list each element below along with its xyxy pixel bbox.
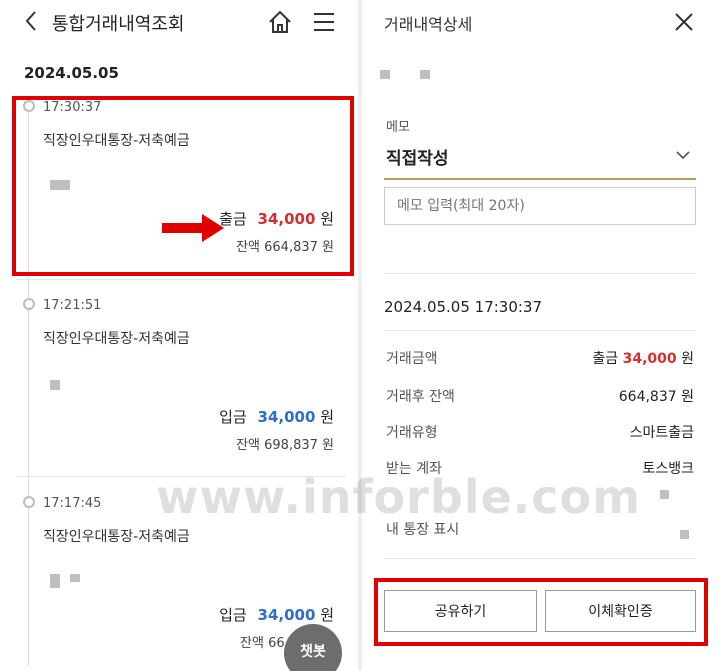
transaction-account: 직장인우대통장-저축예금 [43, 331, 190, 347]
divider [384, 558, 696, 559]
memo-select[interactable]: 직접작성 [384, 138, 696, 180]
transaction-balance: 잔액 698,837 원 [236, 434, 334, 453]
redacted-text [420, 70, 430, 79]
close-button[interactable] [672, 10, 696, 34]
amount-value: 34,000 [257, 408, 316, 426]
transaction-type: 입금 [219, 606, 247, 624]
amount-value: 34,000 [257, 606, 316, 624]
memo-label: 메모 [386, 120, 410, 135]
amount-unit: 원 [320, 606, 334, 624]
menu-button[interactable] [312, 10, 336, 34]
divider [16, 279, 346, 280]
transaction-type: 입금 [219, 408, 247, 426]
transaction-time: 17:21:51 [43, 298, 102, 313]
divider [384, 273, 696, 274]
list-date: 2024.05.05 [24, 64, 119, 82]
detail-label: 거래금액 [386, 351, 438, 367]
highlight-box [12, 96, 354, 276]
home-icon [269, 10, 291, 33]
page-title: 통합거래내역조회 [52, 14, 185, 35]
redacted-text [660, 490, 669, 499]
share-button[interactable]: 공유하기 [384, 590, 537, 632]
redacted-text [380, 70, 390, 79]
red-arrow-icon [162, 212, 226, 244]
balance-unit: 원 [322, 438, 334, 453]
detail-value: 토스뱅크 [642, 461, 694, 477]
chatbot-label: 챗봇 [300, 644, 326, 660]
transaction-time: 17:17:45 [43, 496, 102, 511]
balance-label: 잔액 [236, 438, 260, 453]
detail-label: 거래유형 [386, 425, 438, 441]
balance-label: 잔액 [240, 636, 264, 651]
back-button[interactable] [20, 9, 44, 33]
detail-value: 664,837 원 [619, 386, 694, 406]
amount-unit: 원 [320, 408, 334, 426]
transaction-amount: 입금 34,000 원 [219, 406, 334, 427]
detail-unit: 원 [681, 351, 694, 367]
back-arrow-icon [25, 11, 36, 31]
balance-value: 66 [268, 636, 285, 651]
redacted-text [50, 574, 60, 588]
detail-amount: 34,000 [622, 351, 677, 367]
timeline-dot [23, 298, 35, 310]
detail-prefix: 출금 [592, 351, 619, 367]
list-item[interactable]: 17:21:51 직장인우대통장-저축예금 입금 34,000 원 잔액 698… [0, 294, 358, 464]
detail-datetime: 2024.05.05 17:30:37 [384, 298, 543, 316]
redacted-text [50, 380, 60, 390]
memo-input[interactable] [384, 187, 696, 225]
balance-value: 698,837 [264, 438, 318, 453]
close-icon [675, 13, 693, 31]
detail-unit: 원 [681, 389, 694, 405]
detail-value: 스마트출금 [629, 425, 694, 441]
divider [384, 330, 696, 331]
detail-amount: 664,837 [618, 389, 677, 405]
detail-label: 거래후 잔액 [386, 389, 455, 405]
transaction-detail-screen: 거래내역상세 메모 직접작성 2024.05.05 17:30:37 거래금액 … [362, 0, 720, 671]
timeline-dot [23, 496, 35, 508]
home-button[interactable] [266, 8, 294, 36]
redacted-text [680, 530, 689, 539]
chevron-down-icon [676, 151, 690, 160]
memo-select-value: 직접작성 [386, 149, 449, 169]
redacted-text [70, 574, 80, 582]
transaction-balance: 잔액 66 [240, 632, 285, 651]
detail-title: 거래내역상세 [384, 15, 473, 34]
detail-value: 출금 34,000 원 [592, 348, 694, 368]
transfer-confirmation-button[interactable]: 이체확인증 [545, 590, 696, 632]
transaction-list-screen: 통합거래내역조회 2024.05.05 17:30:37 직장인우대통장-저축예… [0, 0, 358, 671]
transaction-amount: 입금 34,000 원 [219, 604, 334, 625]
transaction-account: 직장인우대통장-저축예금 [43, 529, 190, 545]
menu-icon [314, 13, 334, 31]
watermark: www.inforble.com [156, 470, 642, 524]
